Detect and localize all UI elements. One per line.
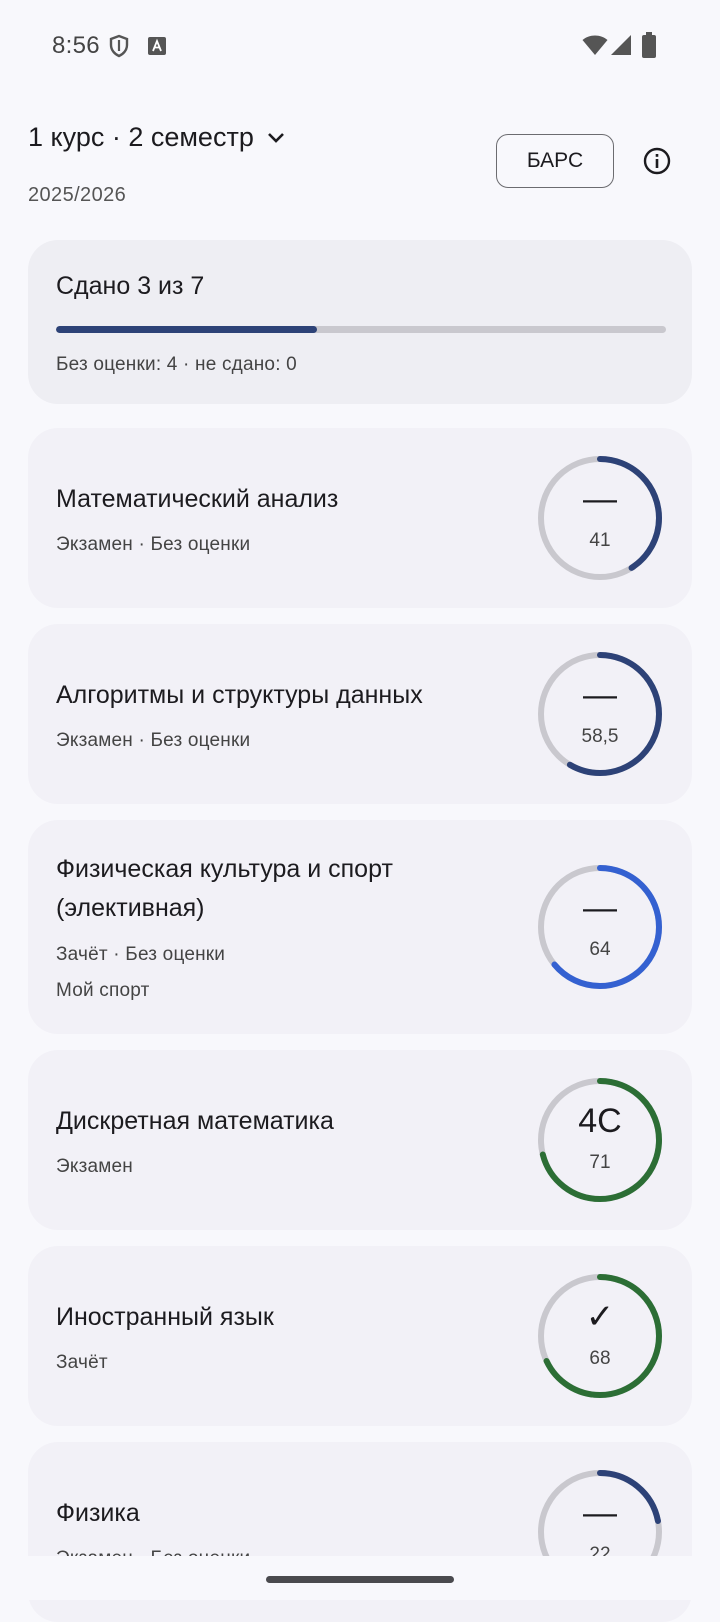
course-name: Алгоритмы и структуры данных — [56, 681, 423, 709]
grade-value: — — [583, 480, 617, 518]
course-card[interactable]: Иностранный язык Зачёт ✓ 68 — [28, 1246, 692, 1426]
check-icon: ✓ — [585, 1298, 615, 1336]
battery-icon — [642, 32, 656, 63]
grade-value: — — [583, 1494, 617, 1532]
course-meta: Экзамен · Без оценки — [56, 730, 251, 751]
grade-ring: ✓ 68 — [536, 1272, 664, 1400]
academic-year: 2025/2026 — [28, 184, 127, 206]
course-name: Физическая культура и спорт (элективная) — [56, 855, 393, 922]
course-name: Иностранный язык — [56, 1303, 274, 1331]
status-time: 8:56 — [52, 32, 100, 59]
course-name: Дискретная математика — [56, 1107, 334, 1135]
course-meta: Зачёт · Без оценки — [56, 944, 226, 965]
grade-ring: — 41 — [536, 454, 664, 582]
grade-value: — — [583, 889, 617, 927]
course-meta: Экзамен — [56, 1156, 133, 1177]
summary-subtitle: Без оценки: 4 · не сдано: 0 — [56, 354, 297, 375]
course-name: Математический анализ — [56, 485, 339, 513]
grade-value: 4С — [578, 1102, 622, 1140]
course-card[interactable]: Физическая культура и спорт (элективная)… — [28, 820, 692, 1034]
course-extra: Мой спорт — [56, 980, 150, 1001]
status-bar: 8:56 — [0, 0, 720, 92]
summary-title: Сдано 3 из 7 — [56, 272, 205, 300]
gesture-nav-handle[interactable] — [266, 1576, 454, 1583]
course-card[interactable]: Алгоритмы и структуры данных Экзамен · Б… — [28, 624, 692, 804]
score-value: 58,5 — [581, 726, 619, 747]
grade-ring: 4С 71 — [536, 1076, 664, 1204]
info-icon[interactable] — [642, 146, 672, 176]
bars-button[interactable]: БАРС — [496, 134, 614, 188]
score-value: 68 — [589, 1348, 611, 1369]
grade-ring: — 58,5 — [536, 650, 664, 778]
course-name: Физика — [56, 1499, 140, 1527]
summary-progress-bar — [56, 326, 666, 333]
semester-title: 1 курс · 2 семестр — [28, 122, 254, 152]
grade-value: — — [583, 676, 617, 714]
translate-icon — [148, 37, 166, 60]
score-value: 41 — [589, 530, 611, 551]
score-value: 71 — [589, 1152, 611, 1173]
chevron-down-icon — [266, 131, 286, 145]
summary-card: Сдано 3 из 7 Без оценки: 4 · не сдано: 0 — [28, 240, 692, 404]
shield-icon — [108, 34, 130, 63]
signal-icon — [610, 34, 632, 61]
semester-selector[interactable]: 1 курс · 2 семестр — [28, 122, 286, 153]
course-meta: Зачёт — [56, 1352, 108, 1373]
score-value: 64 — [589, 939, 611, 960]
summary-progress-fill — [56, 326, 318, 333]
wifi-icon — [582, 34, 608, 61]
course-card[interactable]: Дискретная математика Экзамен 4С 71 — [28, 1050, 692, 1230]
course-meta: Экзамен · Без оценки — [56, 534, 251, 555]
course-card[interactable]: Математический анализ Экзамен · Без оцен… — [28, 428, 692, 608]
grade-ring: — 64 — [536, 863, 664, 991]
